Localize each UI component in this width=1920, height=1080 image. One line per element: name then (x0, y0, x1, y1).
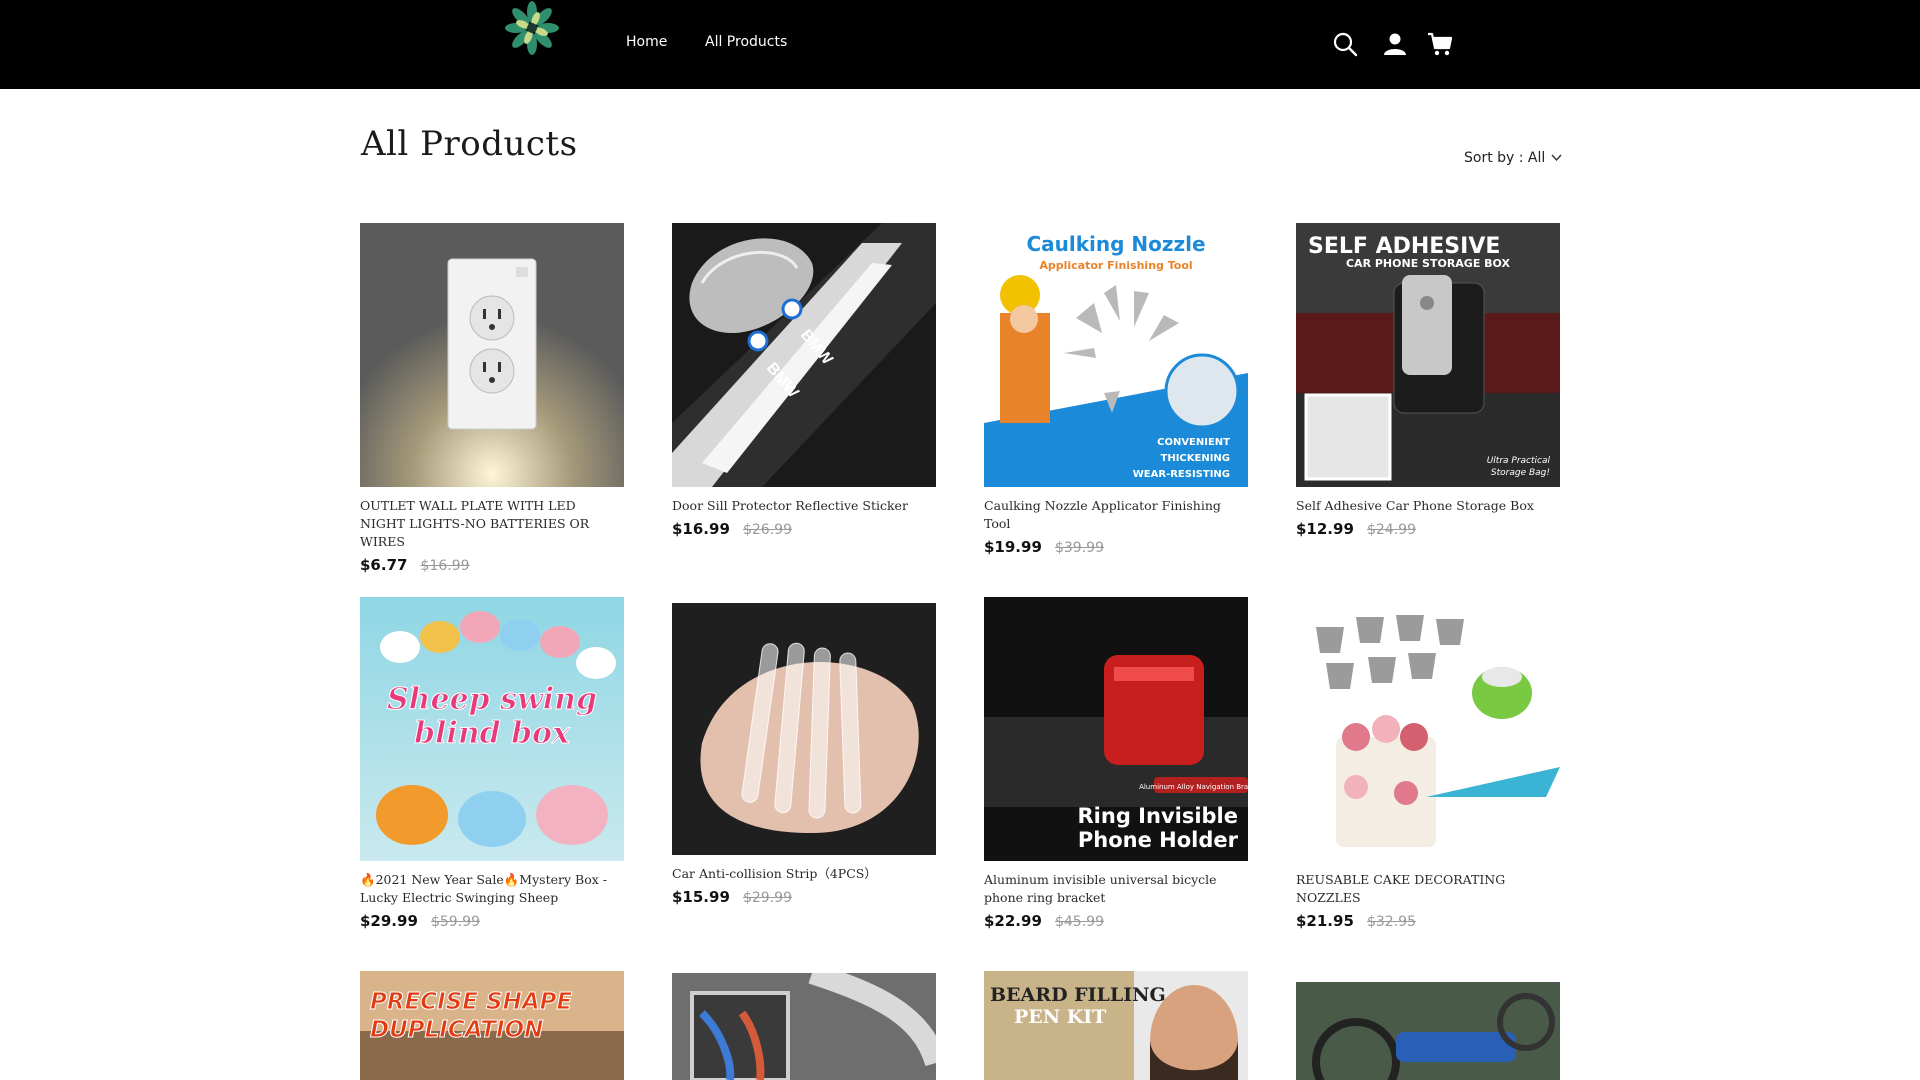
product-card[interactable]: REUSABLE CAKE DECORATING NOZZLES $21.95 … (1296, 597, 1560, 930)
product-title[interactable]: Aluminum invisible universal bicycle pho… (984, 871, 1248, 907)
image-text: blind box (414, 716, 571, 751)
product-image[interactable] (1296, 982, 1560, 1080)
product-compare-price: $29.99 (742, 890, 792, 906)
product-compare-price: $24.99 (1366, 522, 1416, 538)
image-text: BEARD FILLING (990, 984, 1166, 1006)
image-text: Sheep swing (387, 682, 597, 717)
image-text: SELF ADHESIVE (1308, 234, 1500, 259)
product-price: $15.99 (672, 888, 730, 906)
product-card[interactable]: Sheep swing blind box 🔥2021 New Year Sal… (360, 597, 624, 930)
nav-all-products-link[interactable]: All Products (705, 34, 787, 50)
image-text: Ultra Practical (1487, 456, 1551, 466)
image-text: Phone Holder (1078, 828, 1239, 852)
product-title[interactable]: Door Sill Protector Reflective Sticker (672, 497, 936, 515)
product-compare-price: $59.99 (430, 914, 480, 930)
product-image[interactable] (672, 603, 936, 855)
image-text: PEN KIT (1014, 1006, 1106, 1028)
product-image[interactable] (360, 223, 624, 487)
product-card[interactable]: Car Anti-collision Strip（4PCS） $15.99 $2… (672, 603, 936, 906)
search-icon[interactable] (1331, 30, 1359, 58)
cart-icon[interactable] (1426, 30, 1454, 58)
account-icon[interactable] (1381, 30, 1409, 58)
product-price: $22.99 (984, 912, 1042, 930)
product-compare-price: $26.99 (742, 522, 792, 538)
nav-home-link[interactable]: Home (626, 34, 667, 50)
image-text: Caulking Nozzle (1026, 232, 1205, 256)
product-prices: $19.99 $39.99 (984, 537, 1248, 556)
product-title[interactable]: REUSABLE CAKE DECORATING NOZZLES (1296, 871, 1560, 907)
sort-dropdown[interactable]: Sort by : All (1464, 150, 1562, 166)
sort-label: Sort by : All (1464, 150, 1546, 166)
image-text: DUPLICATION (370, 1017, 543, 1043)
product-card[interactable]: BEARD FILLING PEN KIT (984, 971, 1248, 1080)
image-text: CAR PHONE STORAGE BOX (1346, 257, 1511, 270)
product-title[interactable]: 🔥2021 New Year Sale🔥Mystery Box -Lucky E… (360, 871, 624, 907)
product-prices: $6.77 $16.99 (360, 555, 624, 574)
product-prices: $21.95 $32.95 (1296, 911, 1560, 930)
product-image[interactable]: BMW BMW (672, 223, 936, 487)
product-title[interactable]: Self Adhesive Car Phone Storage Box (1296, 497, 1560, 515)
product-card[interactable]: Caulking Nozzle Applicator Finishing Too… (984, 223, 1248, 556)
product-card[interactable] (672, 973, 936, 1080)
logo-icon[interactable] (503, 0, 561, 56)
product-price: $21.95 (1296, 912, 1354, 930)
site-header: Home All Products (0, 0, 1920, 89)
product-card[interactable]: OUTLET WALL PLATE WITH LED NIGHT LIGHTS-… (360, 223, 624, 574)
image-text: Aluminum Alloy Navigation Bracket (1139, 783, 1248, 791)
product-price: $16.99 (672, 520, 730, 538)
product-price: $29.99 (360, 912, 418, 930)
product-card[interactable]: BMW BMW Door Sill Protector Reflective S… (672, 223, 936, 538)
image-text: Applicator Finishing Tool (1039, 259, 1192, 272)
product-prices: $16.99 $26.99 (672, 519, 936, 538)
product-image[interactable]: Aluminum Alloy Navigation Bracket Ring I… (984, 597, 1248, 861)
product-price: $12.99 (1296, 520, 1354, 538)
page-title: All Products (361, 124, 578, 164)
product-prices: $29.99 $59.99 (360, 911, 624, 930)
image-text: THICKENING (1161, 453, 1231, 464)
product-image[interactable] (672, 973, 936, 1080)
product-title[interactable]: Caulking Nozzle Applicator Finishing Too… (984, 497, 1248, 533)
image-text: Storage Bag! (1491, 468, 1550, 478)
image-text: Ring Invisible (1078, 804, 1238, 828)
image-text: PRECISE SHAPE (370, 989, 572, 1015)
product-prices: $12.99 $24.99 (1296, 519, 1560, 538)
product-image[interactable]: Caulking Nozzle Applicator Finishing Too… (984, 223, 1248, 487)
image-text: WEAR-RESISTING (1133, 469, 1230, 480)
image-text: CONVENIENT (1157, 437, 1230, 448)
product-card[interactable]: SELF ADHESIVE CAR PHONE STORAGE BOX Ultr… (1296, 223, 1560, 538)
product-price: $19.99 (984, 538, 1042, 556)
product-compare-price: $39.99 (1054, 540, 1104, 556)
product-image[interactable]: Sheep swing blind box (360, 597, 624, 861)
product-compare-price: $16.99 (420, 558, 470, 574)
product-image[interactable] (1296, 597, 1560, 861)
product-prices: $22.99 $45.99 (984, 911, 1248, 930)
chevron-down-icon (1551, 154, 1562, 162)
product-title[interactable]: Car Anti-collision Strip（4PCS） (672, 865, 936, 883)
product-image[interactable]: PRECISE SHAPE DUPLICATION (360, 971, 624, 1080)
product-compare-price: $32.95 (1366, 914, 1416, 930)
product-card[interactable] (1296, 982, 1560, 1080)
product-card[interactable]: Aluminum Alloy Navigation Bracket Ring I… (984, 597, 1248, 930)
product-prices: $15.99 $29.99 (672, 887, 936, 906)
product-image[interactable]: SELF ADHESIVE CAR PHONE STORAGE BOX Ultr… (1296, 223, 1560, 487)
product-compare-price: $45.99 (1054, 914, 1104, 930)
product-title[interactable]: OUTLET WALL PLATE WITH LED NIGHT LIGHTS-… (360, 497, 624, 551)
product-image[interactable]: BEARD FILLING PEN KIT (984, 971, 1248, 1080)
product-card[interactable]: PRECISE SHAPE DUPLICATION (360, 971, 624, 1080)
product-price: $6.77 (360, 556, 408, 574)
